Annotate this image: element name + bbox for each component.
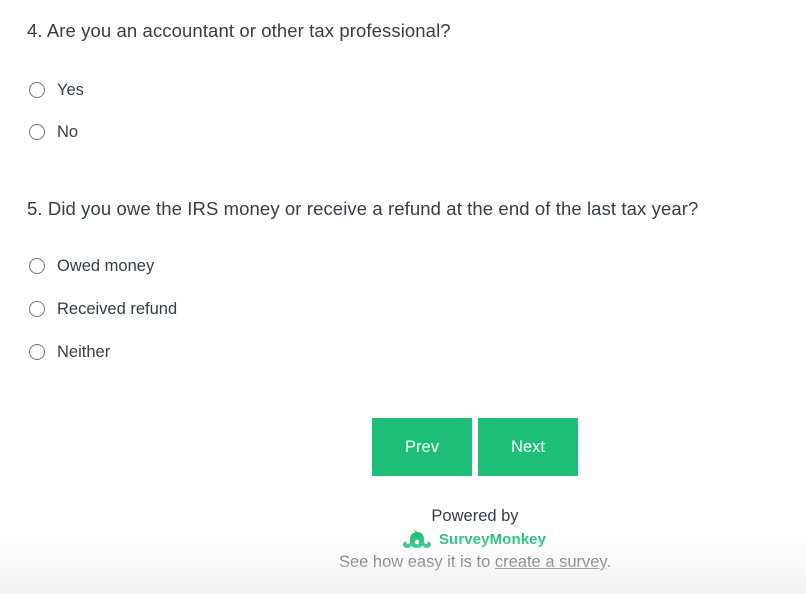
prev-button[interactable]: Prev <box>372 418 472 476</box>
radio-button-icon[interactable] <box>29 124 45 140</box>
tagline: See how easy it is to create a survey. <box>300 551 650 573</box>
create-survey-link[interactable]: create a survey <box>495 553 607 571</box>
option-label: Received refund <box>57 299 178 318</box>
option-neither[interactable]: Neither <box>27 340 110 364</box>
brand-trademark: · <box>546 532 549 538</box>
tagline-prefix: See how easy it is to <box>338 553 495 571</box>
option-received-refund[interactable]: Received refund <box>27 297 177 321</box>
option-no[interactable]: No <box>27 120 78 144</box>
option-label: Neither <box>57 342 111 361</box>
brand-link[interactable]: SurveyMonkey · <box>300 527 650 551</box>
radio-button-icon[interactable] <box>29 301 45 317</box>
option-yes[interactable]: Yes <box>27 78 84 102</box>
radio-button-icon[interactable] <box>29 82 45 98</box>
radio-button-icon[interactable] <box>29 258 45 274</box>
survey-footer: Powered by SurveyMonkey · See how easy it… <box>300 505 650 573</box>
next-button[interactable]: Next <box>478 418 578 476</box>
radio-button-icon[interactable] <box>29 344 45 360</box>
surveymonkey-logo-icon <box>402 530 431 548</box>
question-4-title: 4. Are you an accountant or other tax pr… <box>27 20 451 41</box>
option-label: Yes <box>57 80 84 99</box>
option-label: No <box>57 122 79 141</box>
brand-name: SurveyMonkey <box>438 530 547 548</box>
question-5-title: 5. Did you owe the IRS money or receive … <box>27 198 699 219</box>
powered-by-text: Powered by <box>431 507 519 525</box>
tagline-suffix: . <box>606 553 612 571</box>
option-owed-money[interactable]: Owed money <box>27 254 154 278</box>
option-label: Owed money <box>57 256 155 275</box>
